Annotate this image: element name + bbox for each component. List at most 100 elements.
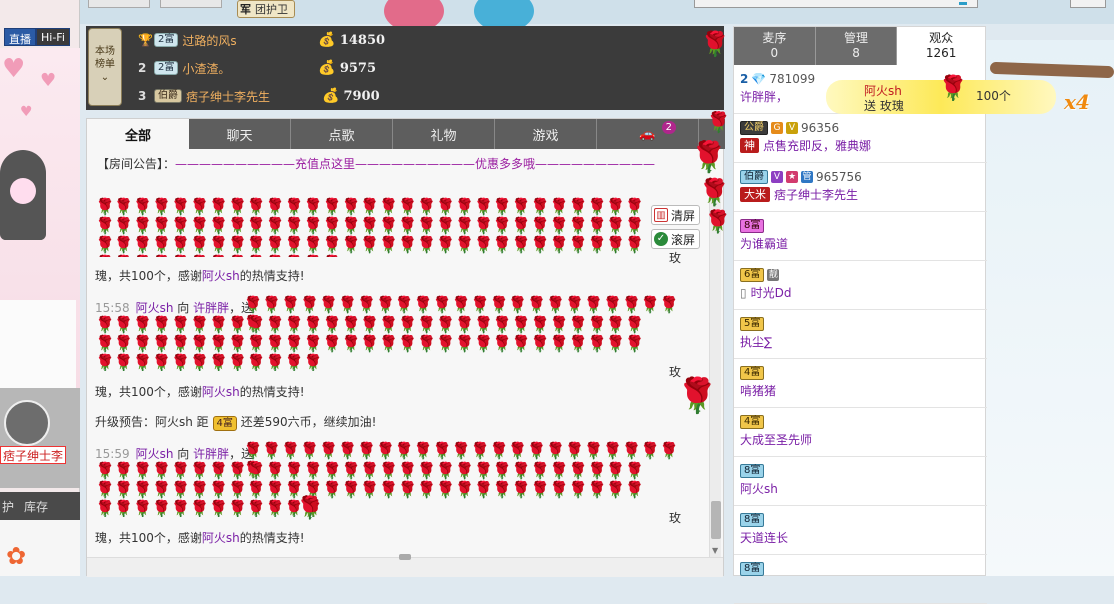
audience-tabs: 麦序 0 管理 8 观众 1261: [734, 27, 985, 65]
gift-message-header: 15:58 阿火sh 向 许胖胖，送: [95, 299, 253, 316]
ranking-user: 过路的风s: [182, 33, 237, 48]
tab-car[interactable]: 🚗 2: [597, 119, 699, 149]
top-button[interactable]: [88, 0, 150, 8]
tab-admins[interactable]: 管理 8: [816, 27, 898, 65]
thanks-suffix: 的热情支持!: [239, 269, 305, 283]
room-notice: 【房间公告】：——————————充值点这里——————————优惠多多哦———…: [97, 155, 655, 172]
list-item[interactable]: 8富 天道连长: [734, 506, 987, 555]
chat-scrollbar[interactable]: ▼: [709, 191, 721, 557]
receiver-name[interactable]: 许胖胖: [193, 301, 229, 315]
upgrade-prefix: 升级预告：阿火sh 距: [95, 415, 209, 429]
rich-level-badge: 4富: [740, 365, 765, 380]
list-item[interactable]: 4富 啃猪猪: [734, 359, 987, 408]
hifi-label[interactable]: Hi-Fi: [36, 28, 70, 46]
tab-label: 管理: [844, 31, 869, 45]
tab-audience[interactable]: 观众 1261: [897, 27, 985, 65]
trash-icon: ▥: [654, 208, 668, 222]
thanks-suffix: 的热情支持!: [239, 531, 305, 545]
thanks-prefix: 瑰，共100个，感谢: [95, 531, 202, 545]
sender-name[interactable]: 阿火sh: [136, 301, 174, 315]
rose-icon: 🌹: [698, 178, 731, 208]
tab-all[interactable]: 全部: [87, 119, 189, 149]
notice-line: ——————————: [355, 157, 476, 171]
ranking-num: 2: [138, 61, 147, 75]
list-item[interactable]: 8富: [734, 555, 987, 604]
level-badge: 2富: [154, 33, 179, 47]
scrollbar-thumb[interactable]: [711, 501, 721, 539]
list-item[interactable]: 伯爵 V ★ 管 965756 大米 痞子绅士李先生: [734, 163, 987, 212]
gift-message-header: 15:59 阿火sh 向 许胖胖，送: [95, 445, 253, 462]
guard-pill[interactable]: 军团护卫: [237, 0, 295, 18]
live-badges: 直播 Hi-Fi: [4, 28, 70, 46]
rose-gift-block: 🌹🌹🌹🌹🌹🌹🌹🌹🌹🌹🌹🌹🌹🌹🌹🌹🌹🌹🌹🌹🌹🌹🌹🌹🌹🌹🌹🌹🌹🌹🌹🌹🌹🌹🌹🌹🌹🌹🌹🌹…: [95, 461, 645, 517]
user-name: 天道连长: [740, 531, 789, 545]
ranking-value: 9575: [339, 60, 376, 76]
notice-link-offers[interactable]: 优惠多多哦: [475, 157, 535, 171]
dress-image: [0, 300, 76, 388]
top-right-box: [694, 0, 978, 8]
tab-mic-queue[interactable]: 麦序 0: [734, 27, 816, 65]
tab-songs[interactable]: 点歌: [291, 119, 393, 149]
host-avatar-block: 痞子绅士李: [0, 388, 80, 488]
notice-link-recharge[interactable]: 充值点这里: [295, 157, 355, 171]
thanks-user[interactable]: 阿火sh: [202, 531, 240, 545]
user-name: 执尘∑: [740, 335, 773, 349]
clear-screen-button[interactable]: ▥ 清屏: [651, 205, 701, 225]
chevron-down-icon: ⌄: [100, 72, 110, 83]
level-badge: 4富: [212, 416, 237, 431]
list-item[interactable]: 4富 大成至圣先师: [734, 408, 987, 457]
thanks-user[interactable]: 阿火sh: [202, 385, 240, 399]
tab-games[interactable]: 游戏: [495, 119, 597, 149]
gift-name-fragment: 玫: [669, 251, 682, 265]
sender-name[interactable]: 阿火sh: [136, 447, 174, 461]
live-label[interactable]: 直播: [4, 28, 36, 46]
list-item[interactable]: 8富 为谁霸道: [734, 212, 987, 261]
avatar[interactable]: [4, 400, 50, 446]
thanks-user[interactable]: 阿火sh: [202, 269, 240, 283]
thanks-suffix: 的热情支持!: [239, 385, 305, 399]
car-icon: 🚗: [639, 126, 656, 142]
left-panel: ♥ ♥ ♥ 直播 Hi-Fi 痞子绅士李 护 库存 ✿: [0, 0, 80, 576]
coin-icon: 💰: [322, 88, 340, 104]
chat-input-strip[interactable]: [87, 554, 723, 577]
ranking-badge[interactable]: 本场 榜单 ⌄: [88, 28, 122, 106]
ranking-row[interactable]: 2 2富 小渣渣。 💰 9575: [138, 56, 376, 80]
tab-chat[interactable]: 聊天: [189, 119, 291, 149]
resize-handle[interactable]: [399, 554, 411, 560]
gift-icon[interactable]: ✿: [6, 542, 26, 570]
list-item[interactable]: 8富 阿火sh: [734, 457, 987, 506]
rose-icon: 🌹: [296, 496, 324, 521]
thanks-line: 瑰，共100个，感谢阿火sh的热情支持!: [95, 383, 305, 400]
tab-gifts[interactable]: 礼物: [393, 119, 495, 149]
list-item[interactable]: 公爵 G V 96356 神点售充即反，雅典娜: [734, 114, 987, 163]
scroll-down-icon[interactable]: ▼: [712, 546, 718, 555]
ranking-num: 3: [138, 89, 147, 103]
guard-pill-label: 团护卫: [255, 3, 288, 16]
user-name: 痞子绅士李先生: [774, 188, 859, 202]
coin-icon: 💰: [318, 60, 336, 76]
top-close-box[interactable]: [1070, 0, 1106, 8]
upgrade-suffix: 还差590六币，继续加油!: [240, 415, 377, 429]
ranking-row[interactable]: 🏆 2富 过路的风s 💰 14850: [138, 28, 385, 52]
heart-icon: ♥: [40, 70, 57, 91]
user-name: 时光Dd: [750, 286, 792, 300]
check-icon: ✓: [654, 232, 668, 246]
list-item[interactable]: 6富靓 ▯ 时光Dd: [734, 261, 987, 310]
gift-multiplier: x4: [1064, 90, 1090, 114]
left-tab-2[interactable]: 库存: [24, 498, 48, 515]
tab-count-badge: 2: [661, 121, 676, 134]
message-time: 15:58: [95, 301, 130, 315]
ranking-value: 14850: [339, 32, 386, 48]
rank-badge: 公爵: [740, 120, 768, 135]
list-item[interactable]: 5富 执尘∑: [734, 310, 987, 359]
id-icon: 靓: [767, 268, 780, 281]
top-button[interactable]: [160, 0, 222, 8]
left-tab-1[interactable]: 护: [2, 498, 14, 515]
gift-count: 100个: [976, 89, 1011, 103]
scroll-lock-button[interactable]: ✓ 滚屏: [651, 229, 701, 249]
receiver-name[interactable]: 许胖胖: [193, 447, 229, 461]
heart-icon: ♥: [2, 54, 26, 84]
rose-icon: 🌹: [704, 210, 732, 235]
clear-screen-label: 清屏: [671, 208, 696, 223]
ranking-row[interactable]: 3 伯爵 痞子绅士李先生 💰 7900: [138, 84, 380, 108]
